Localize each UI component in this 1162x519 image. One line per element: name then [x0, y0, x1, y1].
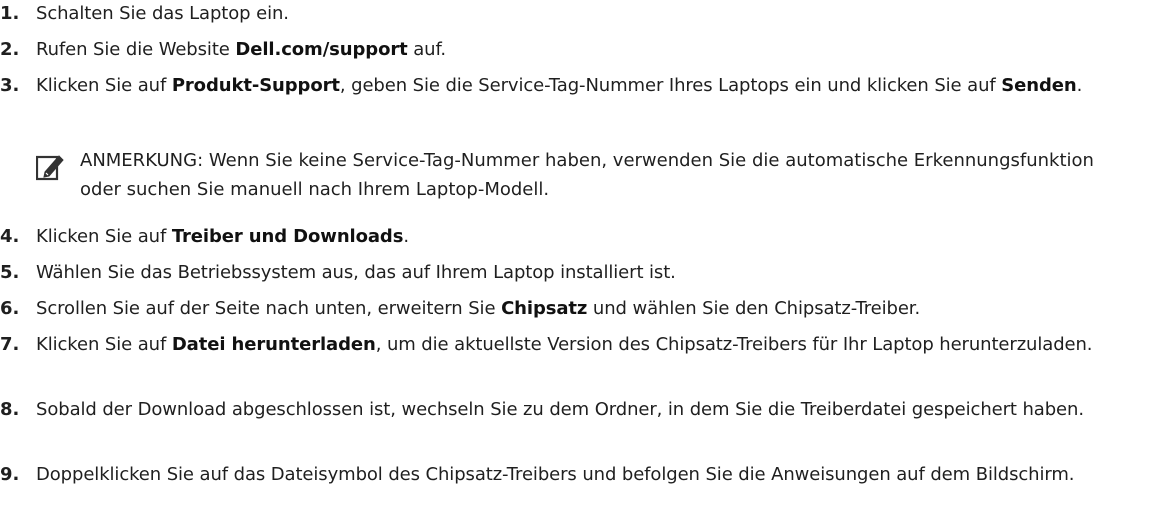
- step-text: Doppelklicken Sie auf das Dateisymbol de…: [36, 461, 1150, 489]
- step-number: 5.: [0, 262, 20, 283]
- step-number: 1.: [0, 3, 20, 24]
- step-text-segment: Schalten Sie das Laptop ein.: [36, 3, 289, 24]
- step-text-segment: Rufen Sie die Website: [36, 39, 236, 60]
- step-text-segment: auf.: [407, 39, 447, 60]
- note-body: Wenn Sie keine Service-Tag-Nummer haben,…: [80, 150, 1094, 200]
- step-number: 2.: [0, 39, 20, 60]
- step-number: 6.: [0, 298, 20, 319]
- step-number: 4.: [0, 226, 20, 247]
- step-text-bold: Chipsatz: [501, 298, 588, 319]
- step-number: 8.: [0, 399, 20, 420]
- step-text-segment: Klicken Sie auf: [36, 75, 172, 96]
- step-text-segment: .: [403, 226, 409, 247]
- step-text-segment: Sobald der Download abgeschlossen ist, w…: [36, 399, 1084, 420]
- step-text: Sobald der Download abgeschlossen ist, w…: [36, 396, 1150, 424]
- step-text: Schalten Sie das Laptop ein.: [36, 0, 1150, 28]
- step-text-bold: Senden: [1001, 75, 1077, 96]
- step-text-segment: Scrollen Sie auf der Seite nach unten, e…: [36, 298, 502, 319]
- step-text: Scrollen Sie auf der Seite nach unten, e…: [36, 295, 1150, 323]
- note-text: ANMERKUNG: Wenn Sie keine Service-Tag-Nu…: [80, 146, 1140, 204]
- step-text: Klicken Sie auf Treiber und Downloads.: [36, 223, 1150, 251]
- step-text-bold: Dell.com/support: [235, 39, 408, 60]
- step-text-segment: Klicken Sie auf: [36, 226, 172, 247]
- step-text-segment: , geben Sie die Service-Tag-Nummer Ihres…: [339, 75, 1002, 96]
- step-text-segment: Wählen Sie das Betriebssystem aus, das a…: [36, 262, 676, 283]
- note-label: ANMERKUNG:: [80, 150, 204, 171]
- step-text-segment: Klicken Sie auf: [36, 334, 172, 355]
- step-text-segment: und wählen Sie den Chipsatz-Treiber.: [587, 298, 921, 319]
- step-text: Rufen Sie die Website Dell.com/support a…: [36, 36, 1150, 64]
- step-number: 9.: [0, 464, 20, 485]
- step-text-segment: , um die aktuellste Version des Chipsatz…: [375, 334, 1093, 355]
- step-text-segment: .: [1076, 75, 1083, 96]
- step-number: 7.: [0, 334, 20, 355]
- pencil-note-icon: [35, 152, 66, 182]
- step-number: 3.: [0, 75, 20, 96]
- step-text: Klicken Sie auf Produkt-Support, geben S…: [36, 72, 1150, 100]
- step-text-bold: Datei herunterladen: [171, 334, 376, 355]
- step-text-segment: Doppelklicken Sie auf das Dateisymbol de…: [36, 464, 1075, 485]
- step-text-bold: Produkt-Support: [171, 75, 340, 96]
- step-text-bold: Treiber und Downloads: [171, 226, 404, 247]
- step-text: Wählen Sie das Betriebssystem aus, das a…: [36, 259, 1150, 287]
- step-text: Klicken Sie auf Datei herunterladen, um …: [36, 331, 1150, 359]
